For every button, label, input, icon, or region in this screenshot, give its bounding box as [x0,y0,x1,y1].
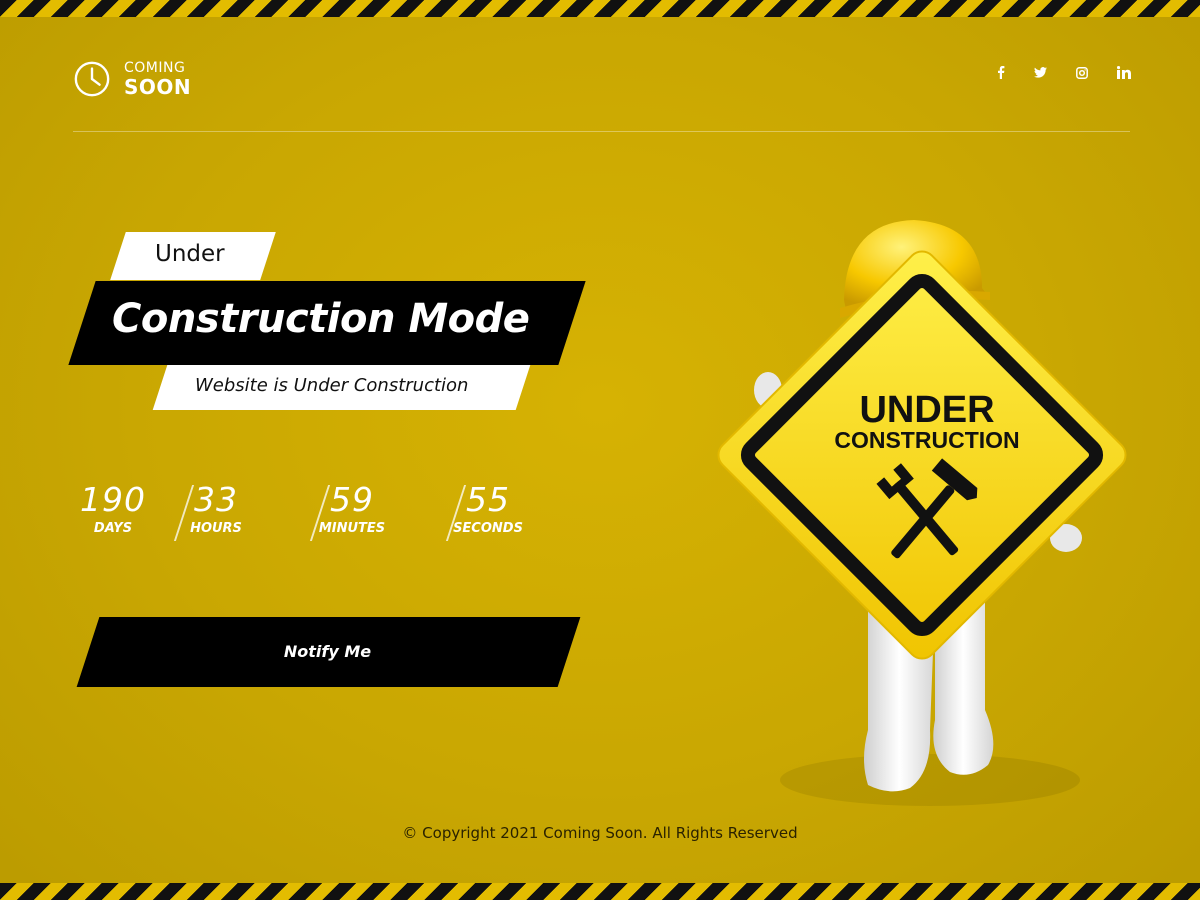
header-divider [73,131,1130,132]
copyright-text: © Copyright 2021 Coming Soon. All Rights… [402,824,798,842]
countdown-days-label: DAYS [93,521,133,536]
construction-worker-illustration: UNDER CONSTRUCTION [717,220,1127,806]
social-links [968,66,1131,83]
countdown-minutes-label: MINUTES [318,521,386,536]
headline-subtitle: Website is Under Construction [195,375,469,396]
hazard-stripe-top [0,0,1200,17]
facebook-icon[interactable] [997,66,1005,83]
countdown-hours-label: HOURS [190,521,242,536]
countdown-hours: 33 HOURS [148,480,284,536]
countdown-minutes-value: 59 [330,480,374,519]
notify-me-button[interactable] [76,617,581,687]
headline-tag: Under [155,241,225,267]
sign-line-construction: CONSTRUCTION [834,427,1019,453]
clock-icon [74,61,110,97]
logo-line-soon: SOON [124,75,192,99]
countdown-days: 190 DAYS [78,480,148,536]
logo-line-coming: COMING [124,60,186,76]
countdown-seconds-value: 55 [466,480,510,519]
countdown-days-value: 190 [80,480,146,519]
headline-title: Construction Mode [112,296,530,342]
instagram-icon[interactable] [1076,66,1088,83]
hazard-stripe-bottom [0,883,1200,900]
countdown-hours-value: 33 [194,480,238,519]
countdown-seconds-label: SECONDS [453,521,523,536]
countdown-seconds: 55 SECONDS [420,480,556,536]
countdown-minutes: 59 MINUTES [284,480,420,536]
sign-line-under: UNDER [859,389,994,431]
site-logo[interactable]: COMING SOON [73,60,191,98]
linkedin-icon[interactable] [1116,66,1131,83]
twitter-icon[interactable] [1034,67,1047,82]
